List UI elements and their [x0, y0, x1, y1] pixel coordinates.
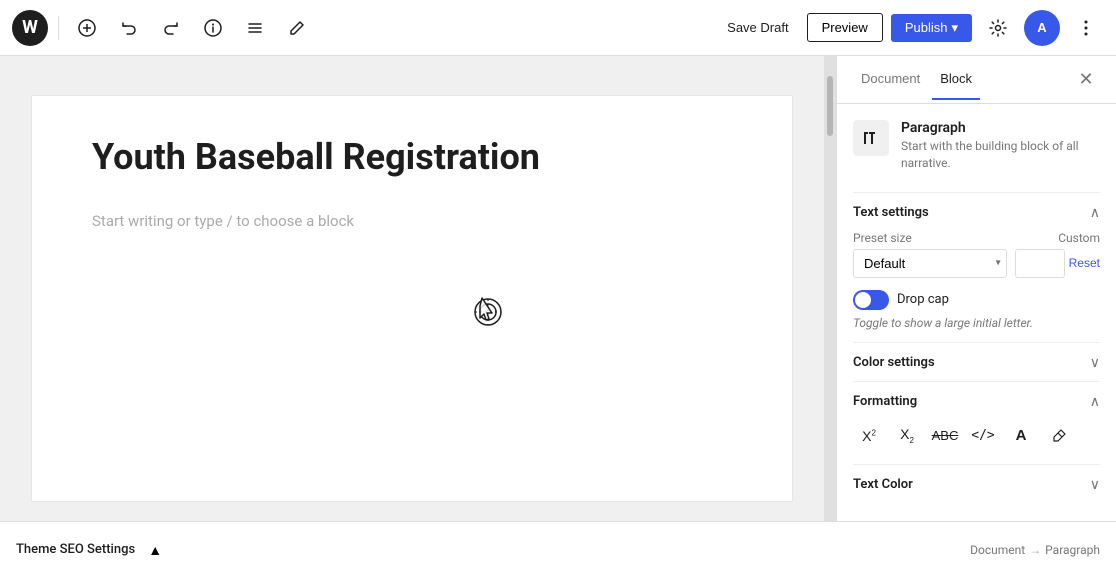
- block-description: Start with the building block of all nar…: [901, 138, 1100, 172]
- user-initials: A: [1037, 20, 1046, 35]
- editor-scroll[interactable]: Youth Baseball Registration Start writin…: [0, 56, 824, 521]
- list-icon: [246, 19, 264, 37]
- ellipsis-vertical-icon: [1084, 19, 1088, 37]
- theme-seo-expand-button[interactable]: ▲: [141, 536, 169, 564]
- toggle-knob: [855, 292, 871, 308]
- wp-logo[interactable]: W: [12, 10, 48, 46]
- main-area: Youth Baseball Registration Start writin…: [0, 56, 1116, 521]
- toolbar-right: Save Draft Preview Publish ▾ A: [717, 10, 1104, 46]
- editor-scrollbar[interactable]: [824, 56, 836, 521]
- text-color-label: Text Color: [853, 477, 913, 492]
- breadcrumb-document[interactable]: Document: [970, 543, 1025, 557]
- reset-button[interactable]: Reset: [1069, 256, 1100, 270]
- text-settings-label: Text settings: [853, 205, 929, 220]
- formatting-label: Formatting: [853, 394, 917, 409]
- formatting-section[interactable]: Formatting ∧: [853, 381, 1100, 420]
- panel-close-button[interactable]: ✕: [1072, 66, 1100, 94]
- add-block-button[interactable]: [69, 10, 105, 46]
- redo-button[interactable]: [153, 10, 189, 46]
- block-name: Paragraph: [901, 120, 1100, 136]
- breadcrumb-block[interactable]: Paragraph: [1045, 543, 1100, 557]
- post-body[interactable]: Start writing or type / to choose a bloc…: [92, 209, 732, 233]
- panel-tabs: Document Block ✕: [837, 56, 1116, 104]
- strikethrough-button[interactable]: ABC: [929, 420, 961, 452]
- publish-button[interactable]: Publish ▾: [891, 14, 972, 42]
- subscript-button[interactable]: X2: [891, 420, 923, 452]
- breadcrumb: Document → Paragraph: [970, 543, 1100, 557]
- undo-button[interactable]: [111, 10, 147, 46]
- post-title[interactable]: Youth Baseball Registration: [92, 136, 732, 179]
- panel-body: Paragraph Start with the building block …: [837, 104, 1116, 521]
- inline-code-button[interactable]: </>: [967, 420, 999, 452]
- info-button[interactable]: [195, 10, 231, 46]
- preset-select-wrap: Default ▾: [853, 249, 1007, 278]
- formatting-row: X2 X2 ABC </> A: [853, 420, 1100, 452]
- scrollbar-thumb: [827, 76, 833, 136]
- text-color-toggle: ∨: [1090, 477, 1100, 493]
- preset-size-label: Preset size: [853, 231, 912, 245]
- color-settings-section[interactable]: Color settings ∨: [853, 342, 1100, 381]
- breadcrumb-separator: →: [1029, 543, 1041, 557]
- user-avatar-button[interactable]: A: [1024, 10, 1060, 46]
- tab-document[interactable]: Document: [853, 59, 928, 100]
- formatting-toggle: ∧: [1090, 394, 1100, 410]
- add-icon: [78, 19, 96, 37]
- custom-input-wrap: Reset: [1015, 249, 1100, 278]
- highlight-button[interactable]: [1043, 420, 1075, 452]
- text-settings-toggle: ∧: [1090, 205, 1100, 221]
- pencil-icon: [288, 19, 306, 37]
- preset-size-row: Preset size Custom Default ▾ Reset: [853, 231, 1100, 278]
- text-color-btn[interactable]: A: [1005, 420, 1037, 452]
- custom-size-input[interactable]: [1015, 249, 1065, 278]
- redo-icon: [162, 19, 180, 37]
- main-toolbar: W Save Draft Preview Publish ▾ A: [0, 0, 1116, 56]
- drop-cap-row: Drop cap: [853, 290, 1100, 310]
- publish-label: Publish: [905, 20, 948, 35]
- text-color-section[interactable]: Text Color ∨: [853, 464, 1100, 503]
- info-icon: [204, 19, 222, 37]
- gear-icon: [989, 19, 1007, 37]
- more-options-button[interactable]: [1068, 10, 1104, 46]
- paragraph-icon: [861, 128, 881, 148]
- block-icon: [853, 120, 889, 156]
- list-view-button[interactable]: [237, 10, 273, 46]
- highlight-icon: [1051, 428, 1067, 444]
- publish-arrow: ▾: [951, 20, 958, 36]
- text-settings-section[interactable]: Text settings ∧: [853, 192, 1100, 231]
- tools-button[interactable]: [279, 10, 315, 46]
- wp-logo-text: W: [22, 17, 38, 38]
- preset-size-select[interactable]: Default: [853, 249, 1007, 278]
- drop-cap-label: Drop cap: [897, 292, 949, 307]
- right-panel: Document Block ✕ Paragraph Start with th…: [836, 56, 1116, 521]
- theme-seo-label: Theme SEO Settings: [16, 542, 135, 557]
- preview-button[interactable]: Preview: [807, 13, 883, 42]
- bottom-bar: Theme SEO Settings ▲ Document → Paragrap…: [0, 521, 1116, 577]
- bottom-left: Theme SEO Settings ▲: [16, 536, 169, 564]
- color-settings-label: Color settings: [853, 355, 935, 370]
- tab-block[interactable]: Block: [932, 59, 980, 100]
- custom-label: Custom: [1058, 231, 1100, 245]
- block-info-text: Paragraph Start with the building block …: [901, 120, 1100, 172]
- editor-content: Youth Baseball Registration Start writin…: [32, 96, 792, 501]
- color-settings-toggle: ∨: [1090, 355, 1100, 371]
- save-draft-button[interactable]: Save Draft: [717, 14, 798, 41]
- block-info: Paragraph Start with the building block …: [853, 120, 1100, 172]
- undo-icon: [120, 19, 138, 37]
- editor-area: Youth Baseball Registration Start writin…: [0, 56, 824, 521]
- toolbar-divider-1: [58, 16, 59, 40]
- settings-button[interactable]: [980, 10, 1016, 46]
- superscript-button[interactable]: X2: [853, 420, 885, 452]
- drop-cap-toggle[interactable]: [853, 290, 889, 310]
- drop-cap-hint: Toggle to show a large initial letter.: [853, 316, 1100, 330]
